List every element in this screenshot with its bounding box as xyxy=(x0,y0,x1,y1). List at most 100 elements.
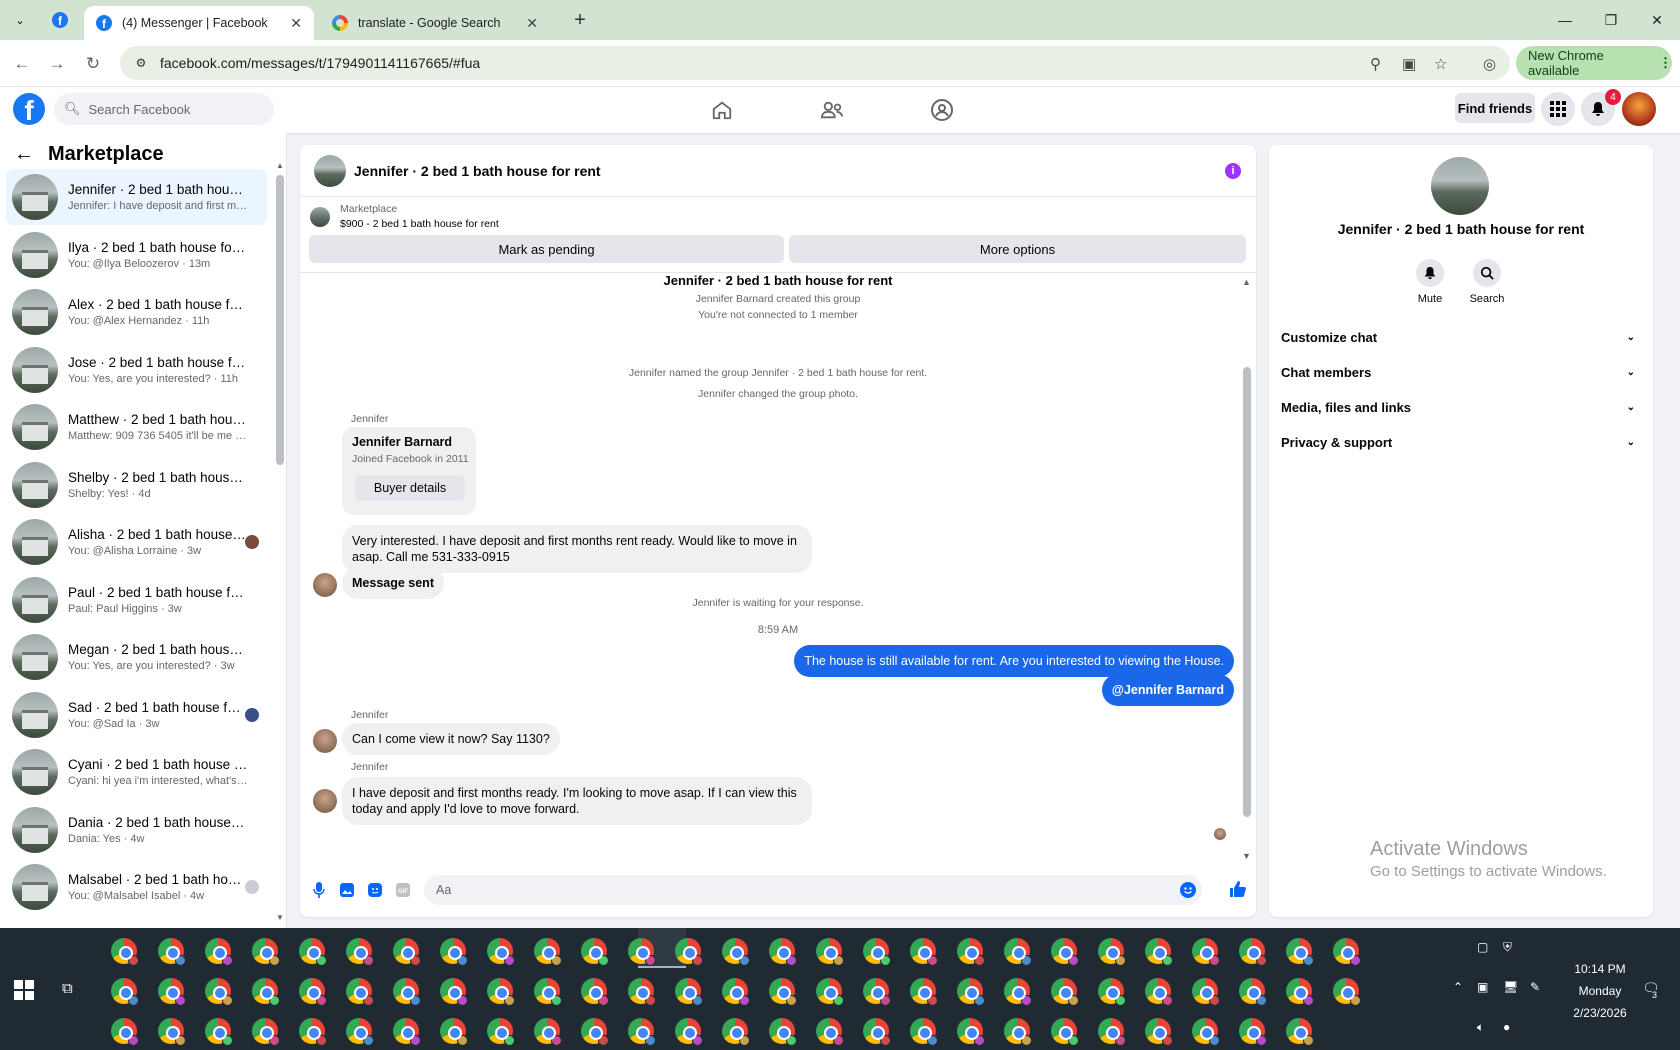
chrome-taskbar-icon[interactable] xyxy=(299,1018,327,1046)
minimize-icon[interactable]: — xyxy=(1542,0,1588,40)
url-text[interactable]: facebook.com/messages/t/1794901141167665… xyxy=(160,55,480,71)
site-info-icon[interactable]: ⚙ xyxy=(132,54,150,72)
privacy-support-section[interactable]: Privacy & support ⌄ xyxy=(1281,427,1641,457)
scroll-down-icon[interactable]: ▼ xyxy=(1242,851,1251,861)
message-input[interactable]: Aa xyxy=(424,875,1202,905)
scroll-down-icon[interactable]: ▼ xyxy=(276,913,284,922)
chrome-taskbar-icon[interactable] xyxy=(1004,1018,1032,1046)
conversation-item[interactable]: Paul · 2 bed 1 bath house for rent Paul: … xyxy=(6,572,267,628)
profile-icon[interactable]: ◎ xyxy=(1483,55,1496,73)
action-center-icon[interactable]: 🗨︎ 3 xyxy=(1642,980,1660,1000)
forward-icon[interactable]: → xyxy=(44,51,70,77)
menu-dots-icon[interactable]: ⋮ xyxy=(1659,55,1672,71)
chrome-taskbar-icon[interactable] xyxy=(628,1018,656,1046)
chrome-taskbar-icon[interactable] xyxy=(1051,938,1079,966)
chrome-taskbar-icon[interactable] xyxy=(346,938,374,966)
chrome-taskbar-icon[interactable] xyxy=(205,1018,233,1046)
chrome-taskbar-icon[interactable] xyxy=(299,938,327,966)
chrome-taskbar-icon[interactable] xyxy=(722,1018,750,1046)
task-view-icon[interactable]: ⧉ xyxy=(62,980,73,997)
close-window-icon[interactable]: ✕ xyxy=(1634,0,1680,40)
conversation-item[interactable]: Megan · 2 bed 1 bath house for ... You: Y… xyxy=(6,629,267,685)
new-tab-icon[interactable]: + xyxy=(568,8,592,32)
scroll-up-icon[interactable]: ▲ xyxy=(276,161,284,170)
chrome-taskbar-icon[interactable] xyxy=(534,978,562,1006)
chrome-taskbar-icon[interactable] xyxy=(957,1018,985,1046)
conversation-item[interactable]: Cyani · 2 bed 1 bath house for r... Cyani… xyxy=(6,744,267,800)
sidebar-scrollbar[interactable] xyxy=(276,175,284,465)
chrome-taskbar-icon[interactable] xyxy=(346,978,374,1006)
account-avatar[interactable] xyxy=(1622,92,1656,126)
chrome-taskbar-icon[interactable] xyxy=(205,978,233,1006)
sender-avatar[interactable] xyxy=(313,573,337,597)
chrome-taskbar-icon[interactable] xyxy=(346,1018,374,1046)
chat-title[interactable]: Jennifer · 2 bed 1 bath house for rent xyxy=(354,163,601,179)
chrome-taskbar-icon[interactable] xyxy=(863,938,891,966)
buyer-details-button[interactable]: Buyer details xyxy=(355,475,465,501)
chrome-taskbar-icon[interactable] xyxy=(534,938,562,966)
friends-icon[interactable] xyxy=(818,96,846,124)
chrome-taskbar-icon[interactable] xyxy=(816,978,844,1006)
chrome-taskbar-icon[interactable] xyxy=(675,938,703,966)
menu-grid-icon[interactable] xyxy=(1541,92,1575,126)
network-icon[interactable]: 🖥︎ xyxy=(1503,980,1518,994)
chrome-taskbar-icon[interactable] xyxy=(581,938,609,966)
conversation-item[interactable]: Dania · 2 bed 1 bath house for r... Dania… xyxy=(6,802,267,858)
chrome-taskbar-icon[interactable] xyxy=(722,938,750,966)
taskbar-clock[interactable]: 10:14 PM Monday 2/23/2026 xyxy=(1545,958,1655,1024)
customize-chat-section[interactable]: Customize chat ⌄ xyxy=(1281,322,1641,352)
search-facebook-input[interactable]: 🔍︎ Search Facebook xyxy=(54,93,274,125)
chrome-taskbar-icon[interactable] xyxy=(534,1018,562,1046)
chrome-taskbar-icon[interactable] xyxy=(393,938,421,966)
app-tray-icon[interactable]: ▣ xyxy=(1477,980,1488,994)
chrome-taskbar-icon[interactable] xyxy=(1004,938,1032,966)
chrome-taskbar-icon[interactable] xyxy=(299,978,327,1006)
emoji-icon[interactable] xyxy=(1180,882,1196,901)
chrome-taskbar-icon[interactable] xyxy=(1051,1018,1079,1046)
chrome-taskbar-icon[interactable] xyxy=(816,1018,844,1046)
incoming-message[interactable]: Very interested. I have deposit and firs… xyxy=(342,525,812,573)
chrome-taskbar-icon[interactable] xyxy=(1098,938,1126,966)
message-sent-bubble[interactable]: Message sent xyxy=(342,567,444,599)
sender-avatar[interactable] xyxy=(313,729,337,753)
chrome-taskbar-icon[interactable] xyxy=(1051,978,1079,1006)
chrome-taskbar-icon[interactable] xyxy=(1286,938,1314,966)
incoming-message[interactable]: Can I come view it now? Say 1130? xyxy=(342,723,560,755)
chrome-taskbar-icon[interactable] xyxy=(1145,938,1173,966)
chrome-taskbar-icon[interactable] xyxy=(252,938,280,966)
chrome-taskbar-icon[interactable] xyxy=(205,938,233,966)
record-icon[interactable]: ● xyxy=(1503,1020,1510,1034)
chrome-taskbar-icon[interactable] xyxy=(957,978,985,1006)
conversation-item[interactable]: Alex · 2 bed 1 bath house for rent You: @… xyxy=(6,284,267,340)
chrome-taskbar-icon[interactable] xyxy=(910,1018,938,1046)
chrome-taskbar-icon[interactable] xyxy=(1286,978,1314,1006)
reload-icon[interactable]: ↻ xyxy=(80,51,106,77)
gif-icon[interactable]: GIF xyxy=(394,881,412,899)
chat-scrollbar[interactable] xyxy=(1243,367,1251,817)
chrome-taskbar-icon[interactable] xyxy=(1286,1018,1314,1046)
chrome-taskbar-icon[interactable] xyxy=(1239,1018,1267,1046)
chrome-taskbar-icon[interactable] xyxy=(675,978,703,1006)
more-options-button[interactable]: More options xyxy=(789,235,1246,263)
outgoing-mention[interactable]: @Jennifer Barnard xyxy=(1101,674,1234,706)
conversation-item[interactable]: Jose · 2 bed 1 bath house for rent You: Y… xyxy=(6,342,267,398)
chrome-taskbar-icon[interactable] xyxy=(1004,978,1032,1006)
chrome-taskbar-icon[interactable] xyxy=(1192,938,1220,966)
photo-attach-icon[interactable] xyxy=(338,881,356,899)
pen-icon[interactable]: ✎ xyxy=(1530,980,1540,994)
listing-thumbnail[interactable] xyxy=(310,207,330,227)
chat-members-section[interactable]: Chat members ⌄ xyxy=(1281,357,1641,387)
chrome-taskbar-icon[interactable] xyxy=(487,1018,515,1046)
conversation-item[interactable]: Shelby · 2 bed 1 bath house for ... Shelb… xyxy=(6,457,267,513)
search-in-chat-button[interactable]: Search xyxy=(1459,259,1515,305)
chrome-taskbar-icon[interactable] xyxy=(158,1018,186,1046)
chrome-taskbar-icon[interactable] xyxy=(158,978,186,1006)
conversation-item[interactable]: Malsabel · 2 bed 1 bath hous... You: @Mal… xyxy=(6,859,267,915)
chrome-taskbar-icon[interactable] xyxy=(487,938,515,966)
zoom-icon[interactable]: ⚲ xyxy=(1370,55,1381,73)
media-files-links-section[interactable]: Media, files and links ⌄ xyxy=(1281,392,1641,422)
back-icon[interactable]: ← xyxy=(9,51,35,77)
chrome-taskbar-icon[interactable] xyxy=(1239,978,1267,1006)
like-thumbs-up-icon[interactable] xyxy=(1229,880,1247,898)
conversation-item[interactable]: Sad · 2 bed 1 bath house for r... You: @S… xyxy=(6,687,267,743)
